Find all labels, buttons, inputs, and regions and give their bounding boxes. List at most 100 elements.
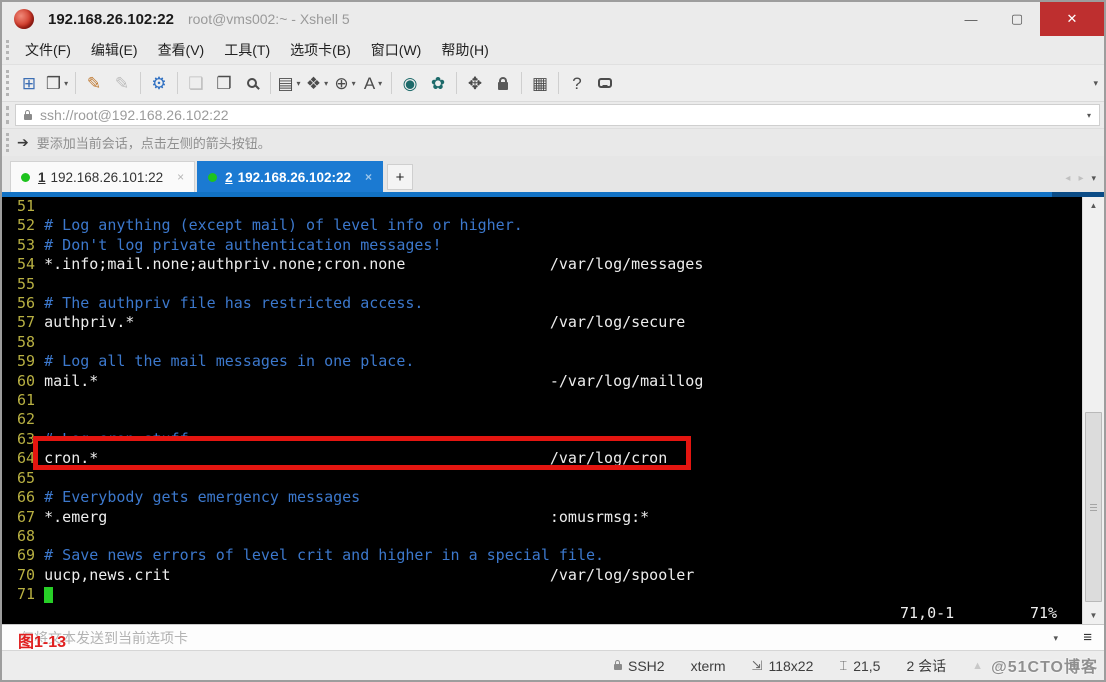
resize-icon: ⇲ — [751, 657, 763, 673]
terminal-line-60: 60 mail.* -/var/log/maillog — [8, 371, 704, 390]
terminal-line-59: 59 # Log all the mail messages in one pl… — [8, 352, 415, 371]
statusbar-cursor-pos: ⌶ 21,5 — [839, 658, 880, 674]
feedback-icon[interactable] — [592, 69, 618, 97]
compose-dropdown-icon[interactable]: ▾ — [1053, 633, 1058, 644]
terminal-line-62: 62 — [8, 410, 45, 429]
session-properties-icon[interactable]: ⚙ — [146, 69, 172, 97]
tab-number: 2 — [225, 169, 233, 185]
tab-close-icon[interactable]: × — [365, 170, 372, 184]
menu-window[interactable]: 窗口(W) — [361, 37, 432, 63]
menu-help[interactable]: 帮助(H) — [431, 37, 498, 63]
minimize-button[interactable]: — — [948, 2, 994, 36]
web-dropdown-icon[interactable]: ▾ — [352, 79, 356, 88]
new-session-icon[interactable]: ⊞ — [16, 69, 42, 97]
status-bar: SSH2 xterm ⇲ 118x22 ⌶ 21,5 2 会话 ▲ ▼ @51C… — [2, 650, 1104, 680]
compose-menu-icon[interactable]: ≡ — [1083, 629, 1092, 646]
menu-tools[interactable]: 工具(T) — [214, 37, 280, 63]
xshell-window: 192.168.26.102:22 root@vms002:~ - Xshell… — [0, 0, 1106, 682]
menu-file[interactable]: 文件(F) — [15, 37, 81, 63]
tab-items: 1 192.168.26.101:22 × 2 192.168.26.102:22 × — [10, 161, 385, 192]
font-dropdown-icon[interactable]: ▾ — [378, 79, 382, 88]
connected-dot-icon — [208, 172, 218, 182]
terminal-line-61: 61 — [8, 391, 45, 410]
arrange-layout-dropdown-icon[interactable]: ▾ — [324, 79, 328, 88]
open-session-icon[interactable]: ❒ ▾ — [44, 69, 70, 97]
virtual-keyboard-icon[interactable]: ▦ — [527, 69, 553, 97]
toolbar-overflow-caret[interactable]: ▾ — [1093, 78, 1098, 89]
annotation-highlight-rect — [33, 436, 691, 470]
terminal-line-52: 52 # Log anything (except mail) of level… — [8, 216, 523, 235]
font-icon[interactable]: A ▾ — [360, 69, 386, 97]
session-tab-1[interactable]: 1 192.168.26.101:22 × — [10, 161, 196, 192]
term-type-label: xterm — [690, 657, 726, 674]
scroll-up-icon[interactable]: ▲ — [1083, 197, 1104, 214]
scrollbar-thumb[interactable] — [1085, 412, 1102, 602]
protocol-lock-icon — [614, 660, 622, 670]
scroll-up-small-icon[interactable]: ▲ — [972, 660, 983, 672]
lock-screen-icon[interactable] — [490, 69, 516, 97]
terminal-scrollbar[interactable]: ▲ ▼ — [1082, 197, 1104, 624]
toolbar-separator — [558, 72, 559, 94]
terminal-area: 51 52 # Log anything (except mail) of le… — [2, 197, 1104, 624]
connected-dot-icon — [21, 172, 30, 182]
terminal-line-67: 67 *.emerg :omusrmsg:* — [8, 507, 650, 526]
maximize-button[interactable]: ▢ — [994, 2, 1040, 36]
menu-edit[interactable]: 编辑(E) — [81, 37, 148, 63]
tab-scroll-right-icon[interactable]: ▸ — [1078, 173, 1083, 184]
toolbar-separator — [456, 72, 457, 94]
find-icon[interactable] — [239, 69, 265, 97]
terminal-line-54: 54 *.info;mail.none;authpriv.none;cron.n… — [8, 255, 704, 274]
session-tab-2[interactable]: 2 192.168.26.102:22 × — [197, 161, 384, 192]
toolbar: ⊞ ❒ ▾ ✎ ✎ ⚙ ❏ ❐ ▤ ▾ ❖ ▾ ⊕ ▾ A ▾ ◉ ✿ ✥ ▦? ▾ — [2, 64, 1104, 102]
tab-scroll-controls: ◂ ▸ ▾ — [1065, 173, 1096, 184]
figure-label: 图1-13 — [18, 634, 67, 651]
info-text: 要添加当前会话，点击左侧的箭头按钮。 — [36, 136, 271, 151]
terminal-line-58: 58 — [8, 332, 45, 351]
connect-icon[interactable]: ✎ — [81, 69, 107, 97]
terminal-line-51: 51 — [8, 197, 45, 215]
fullscreen-icon[interactable]: ✥ — [462, 69, 488, 97]
statusbar-sessions: 2 会话 — [906, 656, 946, 676]
tab-label: 192.168.26.102:22 — [237, 169, 352, 185]
tab-close-icon[interactable]: × — [177, 170, 184, 184]
statusbar-term-type: xterm — [691, 658, 726, 674]
toolbar-separator — [75, 72, 76, 94]
toolbar-separator — [521, 72, 522, 94]
xshell-logo-icon — [14, 9, 34, 29]
cursor-pos-label: 21,5 — [853, 657, 881, 674]
terminal-line-68: 68 — [8, 526, 45, 545]
terminal-line-55: 55 — [8, 274, 45, 293]
address-url[interactable]: ssh://root@192.168.26.102:22 — [40, 107, 1084, 123]
tab-number: 1 — [38, 169, 46, 185]
new-tab-button[interactable]: + — [387, 164, 414, 190]
window-title-rest: root@vms002:~ - Xshell 5 — [187, 11, 350, 27]
help-icon[interactable]: ? — [564, 69, 590, 97]
xagent-icon[interactable]: ◉ — [397, 69, 423, 97]
toolbar-separator — [270, 72, 271, 94]
web-icon[interactable]: ⊕ ▾ — [332, 69, 358, 97]
caret-icon: ⌶ — [839, 657, 848, 673]
xftp-transfer-icon[interactable]: ✿ — [425, 69, 451, 97]
toolbar-gripper — [6, 70, 9, 96]
ssl-lock-icon — [24, 109, 32, 120]
paste-icon[interactable]: ❐ — [211, 69, 237, 97]
menu-tab[interactable]: 选项卡(B) — [280, 37, 361, 63]
open-session-dropdown-icon[interactable]: ▾ — [64, 79, 68, 88]
terminal-screen[interactable]: 51 52 # Log anything (except mail) of le… — [2, 197, 1082, 624]
add-session-arrow-icon[interactable]: ➔ — [17, 134, 29, 151]
menu-view[interactable]: 查看(V) — [148, 37, 215, 63]
close-button[interactable]: ✕ — [1040, 2, 1104, 36]
toolbar-items: ⊞ ❒ ▾ ✎ ✎ ⚙ ❏ ❐ ▤ ▾ ❖ ▾ ⊕ ▾ A ▾ ◉ ✿ ✥ ▦? — [15, 69, 619, 97]
arrange-layout-icon[interactable]: ❖ ▾ — [304, 69, 330, 97]
print-icon[interactable]: ▤ ▾ — [276, 69, 302, 97]
terminal-line-69: 69 # Save news errors of level crit and … — [8, 546, 605, 565]
info-gripper — [6, 133, 9, 152]
tab-menu-caret-icon[interactable]: ▾ — [1091, 173, 1096, 184]
tab-scroll-left-icon[interactable]: ◂ — [1065, 173, 1070, 184]
terminal-line-53: 53 # Don't log private authentication me… — [8, 235, 442, 254]
address-dropdown-icon[interactable]: ▾ — [1087, 111, 1091, 120]
print-dropdown-icon[interactable]: ▾ — [297, 79, 301, 88]
address-field[interactable]: ssh://root@192.168.26.102:22 ▾ — [15, 104, 1100, 126]
scroll-down-icon[interactable]: ▼ — [1083, 607, 1104, 624]
toolbar-separator — [140, 72, 141, 94]
